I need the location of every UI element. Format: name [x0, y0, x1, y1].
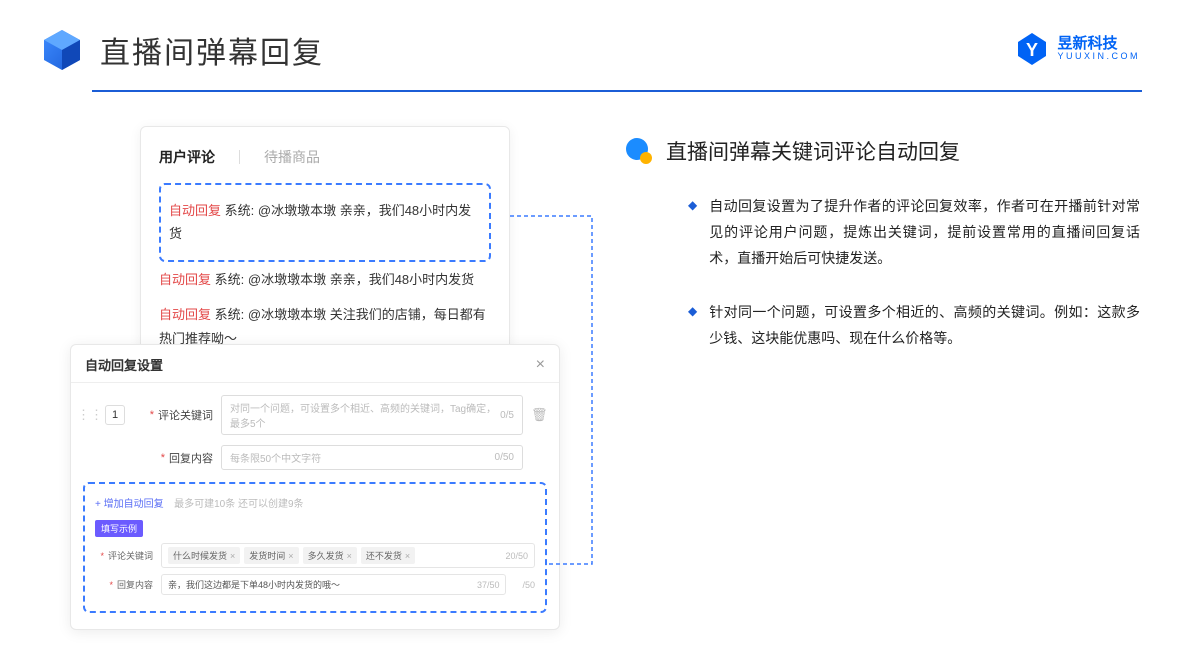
page-header: 直播间弹幕回复 Y 昱新科技 YUUXIN.COM: [0, 0, 1180, 90]
index-field[interactable]: 1: [105, 405, 125, 425]
drag-handle-icon[interactable]: ⋮⋮: [83, 407, 97, 423]
example-badge: 填写示例: [95, 520, 143, 537]
add-auto-reply-link[interactable]: + 增加自动回复: [95, 499, 164, 510]
svg-text:Y: Y: [1026, 40, 1038, 60]
example-keyword-input[interactable]: 什么时候发货× 发货时间× 多久发货× 还不发货× 20/50: [161, 543, 535, 568]
settings-modal: 自动回复设置 × ⋮⋮ 1 *评论关键词 对同一个问题，可设置多个相近、高频的关…: [70, 344, 560, 630]
bubble-icon: [624, 136, 654, 166]
highlighted-comment: 自动回复 系统: @冰墩墩本墩 亲亲，我们48小时内发货: [159, 183, 491, 262]
example-reply-input[interactable]: 亲，我们这边都是下单48小时内发货的哦～ 37/50: [161, 574, 506, 595]
keyword-input[interactable]: 对同一个问题，可设置多个相近、高频的关键词，Tag确定，最多5个 0/5: [221, 395, 523, 435]
comments-card: 用户评论 待播商品 自动回复 系统: @冰墩墩本墩 亲亲，我们48小时内发货 自…: [140, 126, 510, 375]
tab-products[interactable]: 待播商品: [264, 147, 320, 167]
bullet-item: ◆ 自动回复设置为了提升作者的评论回复效率，作者可在开播前针对常见的评论用户问题…: [688, 194, 1140, 272]
label-keyword: 评论关键词: [158, 407, 213, 423]
close-icon[interactable]: ×: [536, 356, 545, 374]
brand-logo: Y 昱新科技 YUUXIN.COM: [1015, 32, 1140, 66]
diamond-icon: ◆: [688, 194, 697, 272]
bullet-item: ◆ 针对同一个问题，可设置多个相近的、高频的关键词。例如：这款多少钱、这块能优惠…: [688, 300, 1140, 352]
label-reply: 回复内容: [169, 450, 213, 466]
comment-row: 自动回复 系统: @冰墩墩本墩 亲亲，我们48小时内发货: [159, 262, 491, 297]
section-title: 直播间弹幕关键词评论自动回复: [666, 136, 960, 166]
description-panel: 直播间弹幕关键词评论自动回复 ◆ 自动回复设置为了提升作者的评论回复效率，作者可…: [624, 126, 1140, 379]
brand-name-cn: 昱新科技: [1057, 36, 1140, 53]
brand-name-en: YUUXIN.COM: [1057, 52, 1140, 62]
comment-row: 自动回复 系统: @冰墩墩本墩 亲亲，我们48小时内发货: [169, 193, 481, 252]
tab-user-comments[interactable]: 用户评论: [159, 147, 215, 167]
modal-title: 自动回复设置: [85, 355, 163, 374]
example-highlight: + 增加自动回复 最多可建10条 还可以创建9条 填写示例 *评论关键词 什么时…: [83, 482, 547, 613]
tab-divider: [239, 150, 240, 164]
screenshot-composite: 用户评论 待播商品 自动回复 系统: @冰墩墩本墩 亲亲，我们48小时内发货 自…: [70, 126, 560, 379]
page-title: 直播间弹幕回复: [100, 28, 324, 72]
brand-icon: Y: [1015, 32, 1049, 66]
diamond-icon: ◆: [688, 300, 697, 352]
add-hint: 最多可建10条 还可以创建9条: [174, 499, 303, 510]
trash-icon[interactable]: 🗑: [531, 407, 547, 423]
header-cube-icon: [40, 28, 84, 72]
reply-input[interactable]: 每条限50个中文字符 0/50: [221, 445, 523, 470]
